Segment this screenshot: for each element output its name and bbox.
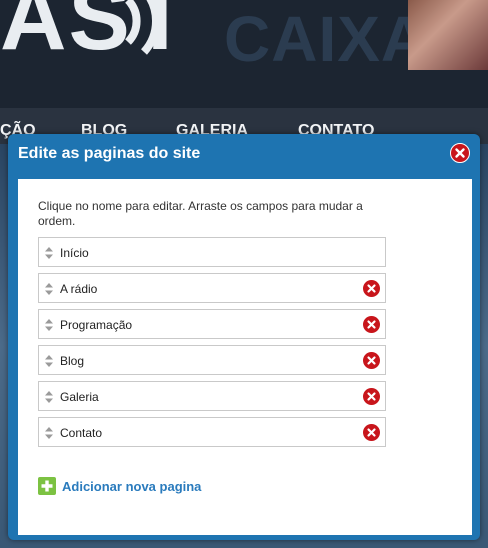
delete-icon	[367, 284, 376, 293]
delete-icon	[367, 356, 376, 365]
add-page-label[interactable]: Adicionar nova pagina	[62, 479, 201, 494]
site-header: AST CAIXA	[0, 0, 488, 108]
delete-page-button[interactable]	[363, 424, 380, 441]
page-item-a-radio[interactable]: A rádio	[38, 273, 386, 303]
header-photo	[408, 0, 488, 70]
page-label[interactable]: Programação	[60, 318, 132, 332]
dialog-body: Clique no nome para editar. Arraste os c…	[18, 179, 472, 535]
page-label[interactable]: Blog	[60, 354, 84, 368]
dialog-title: Edite as paginas do site	[18, 145, 201, 162]
drag-handle-icon[interactable]	[44, 318, 54, 332]
site-brand: CAIXA	[224, 3, 429, 75]
page-item-programacao[interactable]: Programação	[38, 309, 386, 339]
page-label[interactable]: Contato	[60, 426, 102, 440]
delete-page-button[interactable]	[363, 316, 380, 333]
delete-icon	[367, 392, 376, 401]
delete-page-button[interactable]	[363, 352, 380, 369]
delete-icon	[367, 320, 376, 329]
drag-handle-icon[interactable]	[44, 246, 54, 260]
delete-page-button[interactable]	[363, 388, 380, 405]
page-item-contato[interactable]: Contato	[38, 417, 386, 447]
page-label[interactable]: Galeria	[60, 390, 99, 404]
page-label[interactable]: A rádio	[60, 282, 97, 296]
close-icon	[455, 148, 465, 158]
drag-handle-icon[interactable]	[44, 426, 54, 440]
page-item-blog[interactable]: Blog	[38, 345, 386, 375]
page-label[interactable]: Início	[60, 246, 89, 260]
page-item-galeria[interactable]: Galeria	[38, 381, 386, 411]
plus-icon[interactable]	[38, 477, 56, 495]
edit-pages-dialog: Edite as paginas do site Clique no nome …	[8, 134, 480, 540]
drag-handle-icon[interactable]	[44, 282, 54, 296]
drag-handle-icon[interactable]	[44, 390, 54, 404]
page-item-inicio[interactable]: Início	[38, 237, 386, 267]
broadcast-waves-icon	[124, 0, 160, 55]
close-button[interactable]	[450, 143, 470, 163]
delete-page-button[interactable]	[363, 280, 380, 297]
delete-icon	[367, 428, 376, 437]
drag-handle-icon[interactable]	[44, 354, 54, 368]
instructions-text: Clique no nome para editar. Arraste os c…	[38, 199, 363, 228]
